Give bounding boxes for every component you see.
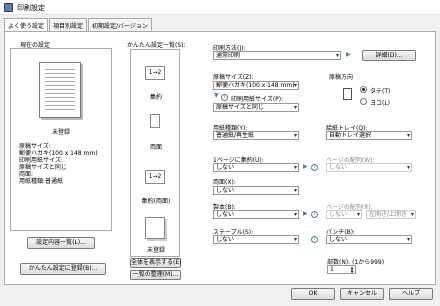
summary-line-6: 用紙種類:普通紙 <box>19 178 64 185</box>
info-icon[interactable]: i <box>311 236 318 243</box>
easy-item-nup[interactable]: 集約 <box>131 92 181 101</box>
play-arrow-icon: ▶ <box>303 163 308 170</box>
document-preview-icon <box>39 62 81 118</box>
preset-name: 未登録 <box>51 129 70 136</box>
orientation-portrait-label: タテ(T) <box>370 88 391 95</box>
easy-item-duplex[interactable]: 両面 <box>131 142 181 151</box>
original-size-label: 原稿サイズ(Z): <box>213 74 254 81</box>
copies-spinner[interactable]: 1 ▲ ▼ <box>327 265 356 274</box>
duplex-label: 両面(X): <box>213 179 236 186</box>
settings-list-button[interactable]: 設定内容一覧(L)... <box>27 237 95 249</box>
unregistered-icon <box>145 217 165 239</box>
layout-style-select[interactable]: しない <box>326 210 362 219</box>
info-icon[interactable]: i <box>221 94 228 101</box>
register-easy-setting-button[interactable]: かんたん設定に登録(B)... <box>20 263 106 275</box>
tab-bar: よく使う設定 項目別設定 初期設定/バージョン <box>4 18 153 32</box>
info-icon[interactable]: i <box>311 211 318 218</box>
easy-settings-heading: かんたん設定一覧(S): <box>127 42 186 49</box>
printer-app-icon <box>4 3 13 12</box>
paper-size-label: 印刷用紙サイズ(P): <box>231 96 284 103</box>
print-method-select[interactable]: 通常印刷 <box>213 51 341 60</box>
easy-settings-list[interactable]: 1→2 集約 両面 1→2 集約(両面) 未登録 <box>130 49 180 257</box>
paper-size-select[interactable]: 原稿サイズと同じ <box>213 103 299 112</box>
original-size-select[interactable]: 郵便ハガキ(100 x 148 mm) <box>213 81 299 90</box>
tab-defaults-version[interactable]: 初期設定/バージョン <box>88 18 152 31</box>
orientation-landscape-label: ヨコ(L) <box>370 100 391 107</box>
cancel-button[interactable]: キャンセル <box>340 288 384 300</box>
play-arrow-icon: ▶ <box>303 210 308 217</box>
orientation-portrait-radio[interactable] <box>360 86 367 93</box>
copies-value: 1 <box>330 266 334 273</box>
play-arrow-icon: ▶ <box>346 51 351 58</box>
help-button[interactable]: ヘルプ <box>389 288 433 300</box>
staple-select[interactable]: しない <box>213 235 299 244</box>
nup-icon: 1→2 <box>145 66 165 80</box>
punch-select[interactable]: しない <box>326 235 412 244</box>
page-order-select[interactable]: しない <box>326 163 412 172</box>
title-bar: 印刷設定 <box>0 0 440 15</box>
portrait-page-icon <box>343 88 352 100</box>
tab-item-settings[interactable]: 項目別設定 <box>49 18 88 31</box>
organize-list-button[interactable]: 一覧の整理(M)... <box>130 270 181 280</box>
orientation-label: 原稿方向 <box>329 74 354 81</box>
orientation-landscape-radio[interactable] <box>360 98 367 105</box>
nup-duplex-icon: 1→2 <box>145 170 165 184</box>
duplex-select[interactable]: しない <box>213 186 299 195</box>
binding-select[interactable]: しない <box>213 210 299 219</box>
nup-select[interactable]: しない <box>213 163 299 172</box>
info-icon[interactable]: i <box>311 164 318 171</box>
down-arrow-icon: ▼ <box>214 92 219 99</box>
show-all-button[interactable]: 全体を表示する(E) <box>130 258 181 268</box>
paper-type-select[interactable]: 普通紙/再生紙 <box>213 131 299 140</box>
current-settings-preview: 未登録 原稿サイズ: 郵便ハガキ(100 x 148 mm) 印刷用紙サイズ: … <box>10 48 112 231</box>
easy-item-nup-duplex[interactable]: 集約(両面) <box>131 196 181 205</box>
window-title: 印刷設定 <box>17 4 45 12</box>
spin-down-icon[interactable]: ▼ <box>349 270 355 274</box>
duplex-icon <box>150 114 160 128</box>
tray-select[interactable]: 自動トレイ選択 <box>326 131 412 140</box>
ok-button[interactable]: OK <box>291 288 335 300</box>
print-method-detail-button[interactable]: 詳細(D)... <box>362 50 416 61</box>
tab-frequent-settings[interactable]: よく使う設定 <box>4 18 49 32</box>
easy-item-unregistered[interactable]: 未登録 <box>131 245 181 254</box>
layout-direction-select[interactable]: 左開き/上開き <box>366 210 416 219</box>
